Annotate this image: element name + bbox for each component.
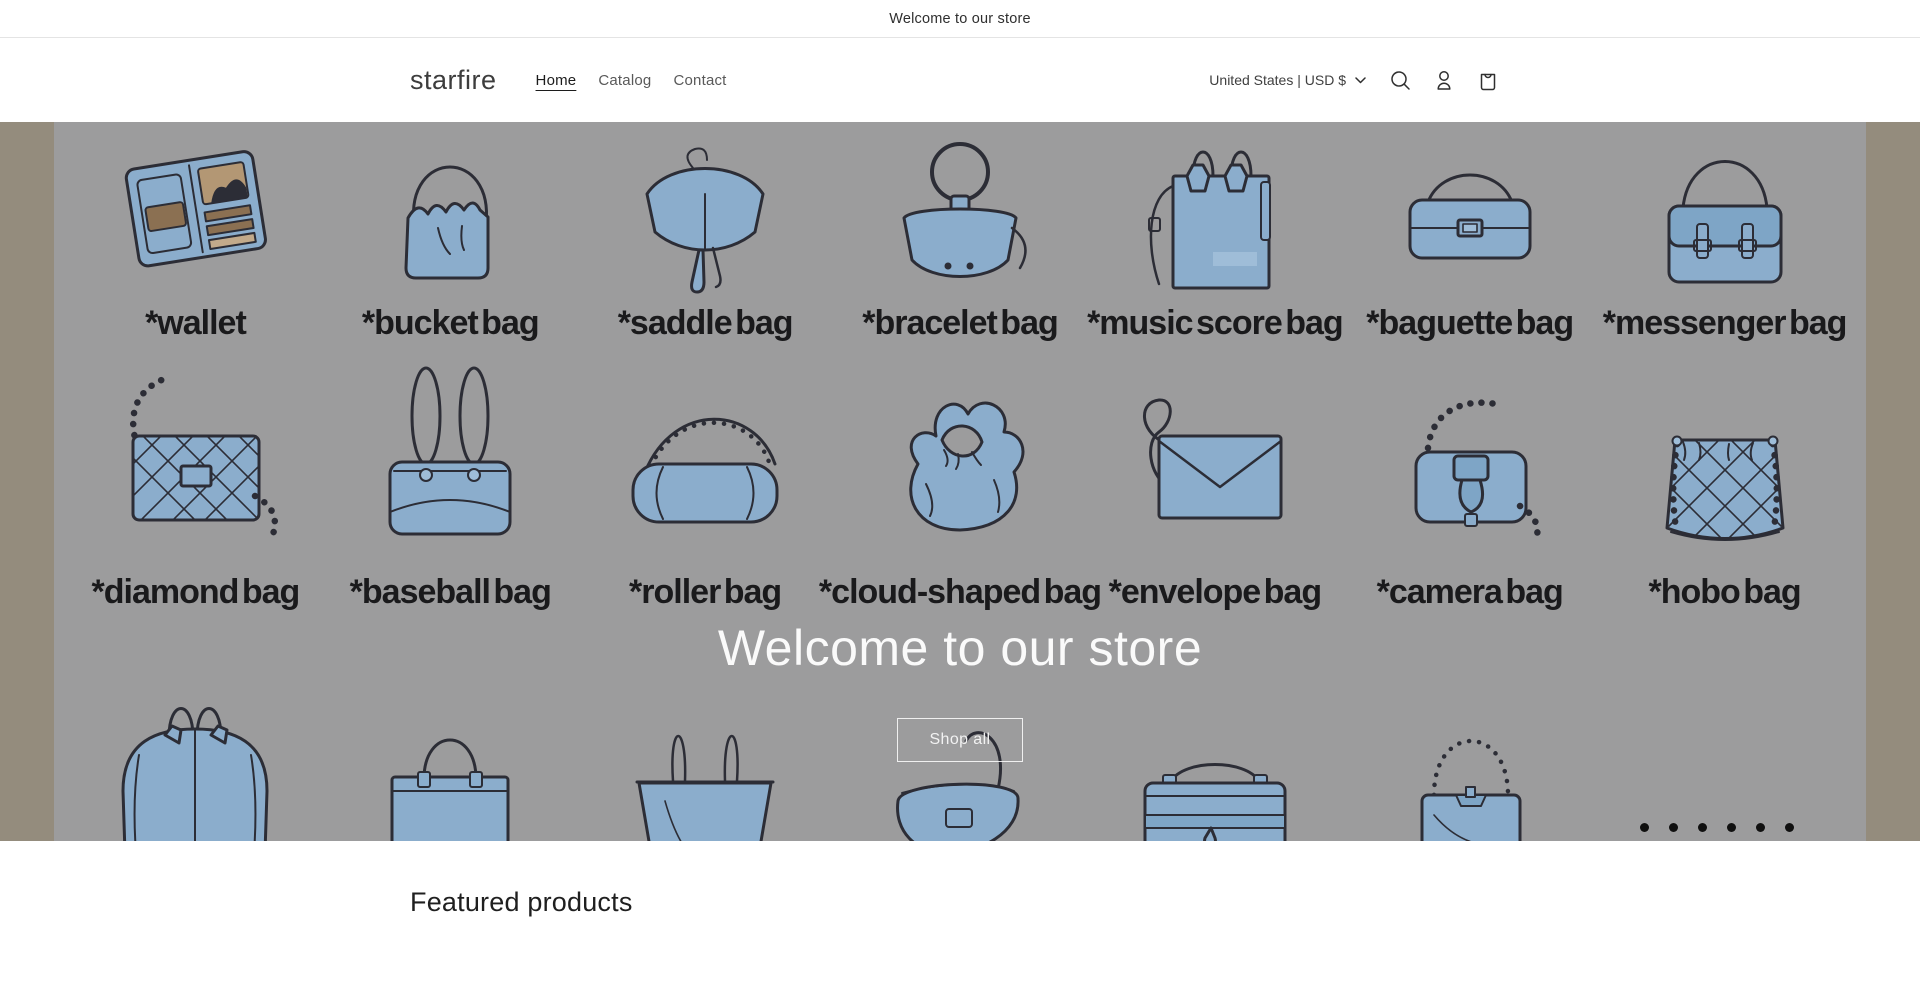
slide-dot[interactable] [1669,823,1678,832]
hero-heading: Welcome to our store [54,618,1866,678]
bag-item: *music score bag [1087,132,1342,340]
messenger-bag-illustration [1625,132,1825,300]
bag-item: *envelope bag [1087,344,1342,609]
nav-link-catalog[interactable]: Catalog [587,72,662,89]
slide-dot[interactable] [1756,823,1765,832]
hero-slide-image: *wallet *bucket bag *saddle bag [54,122,1866,841]
bag-item: *bracelet bag [833,132,1088,340]
baseball-bag-illustration [350,344,550,569]
slide-dot[interactable] [1640,823,1649,832]
announcement-text: Welcome to our store [889,11,1031,27]
slide-dot[interactable] [1727,823,1736,832]
hero-overlay: Welcome to our store Shop all [54,618,1866,762]
header-inner: starfire Home Catalog Contact United Sta… [410,58,1510,102]
saddle-bag-illustration [605,132,805,300]
search-icon [1389,69,1411,91]
bag-row-2: *diamond bag *baseball bag [54,344,1866,609]
bag-item: *roller bag [578,344,833,609]
account-icon [1433,69,1455,91]
hobo-bag-illustration [1625,344,1825,569]
bag-item: *camera bag [1342,344,1597,609]
bag-label: *saddle bag [618,306,793,340]
bag-row-1: *wallet *bucket bag *saddle bag [54,132,1866,340]
chevron-down-icon [1355,77,1366,84]
bag-label: *wallet [145,306,246,340]
store-logo[interactable]: starfire [410,65,497,96]
search-button[interactable] [1378,58,1422,102]
bag-label: *cloud-shaped bag [819,575,1101,609]
wallet-illustration [95,132,295,300]
baguette-bag-illustration [1370,132,1570,300]
site-header: starfire Home Catalog Contact United Sta… [0,38,1920,122]
slide-dot[interactable] [1785,823,1794,832]
locale-label: United States | USD $ [1209,72,1346,88]
bag-label: *envelope bag [1109,575,1322,609]
bag-item: *diamond bag [68,344,323,609]
bag-label: *music score bag [1087,306,1343,340]
bracelet-bag-illustration [860,132,1060,300]
bag-item: *hobo bag [1597,344,1852,609]
announcement-bar: Welcome to our store [0,0,1920,38]
nav-link-contact[interactable]: Contact [662,72,737,89]
featured-products-section: Featured products [410,841,1510,918]
bag-label: *bracelet bag [862,306,1058,340]
envelope-bag-illustration [1115,344,1315,569]
bag-item: *cloud-shaped bag [833,344,1088,609]
featured-products-heading: Featured products [410,887,1510,918]
bag-item: *bucket bag [323,132,578,340]
roller-bag-illustration [605,344,805,569]
cart-button[interactable] [1466,58,1510,102]
bag-label: *messenger bag [1603,306,1847,340]
music-score-bag-illustration [1115,132,1315,300]
bag-label: *camera bag [1377,575,1563,609]
bag-label: *baseball bag [350,575,551,609]
nav-link-home[interactable]: Home [525,72,588,89]
cart-icon [1477,69,1499,91]
bag-label: *diamond bag [92,575,300,609]
bag-item: *messenger bag [1597,132,1852,340]
bag-label: *roller bag [629,575,781,609]
bag-item: *baguette bag [1342,132,1597,340]
diamond-bag-illustration [95,344,295,569]
locale-selector[interactable]: United States | USD $ [1209,72,1366,88]
slide-dots [1640,823,1794,832]
bag-label: *bucket bag [362,306,539,340]
bag-label: *baguette bag [1366,306,1573,340]
hero-slideshow: *wallet *bucket bag *saddle bag [0,122,1920,841]
bag-item: *wallet [68,132,323,340]
bag-item: *baseball bag [323,344,578,609]
camera-bag-illustration [1370,344,1570,569]
header-actions: United States | USD $ [1209,58,1510,102]
bucket-bag-illustration [350,132,550,300]
account-button[interactable] [1422,58,1466,102]
shop-all-button[interactable]: Shop all [897,718,1022,762]
cloud-shaped-bag-illustration [860,344,1060,569]
bag-item: *saddle bag [578,132,833,340]
main-nav: Home Catalog Contact [525,72,738,89]
slide-dot[interactable] [1698,823,1707,832]
bag-label: *hobo bag [1648,575,1800,609]
